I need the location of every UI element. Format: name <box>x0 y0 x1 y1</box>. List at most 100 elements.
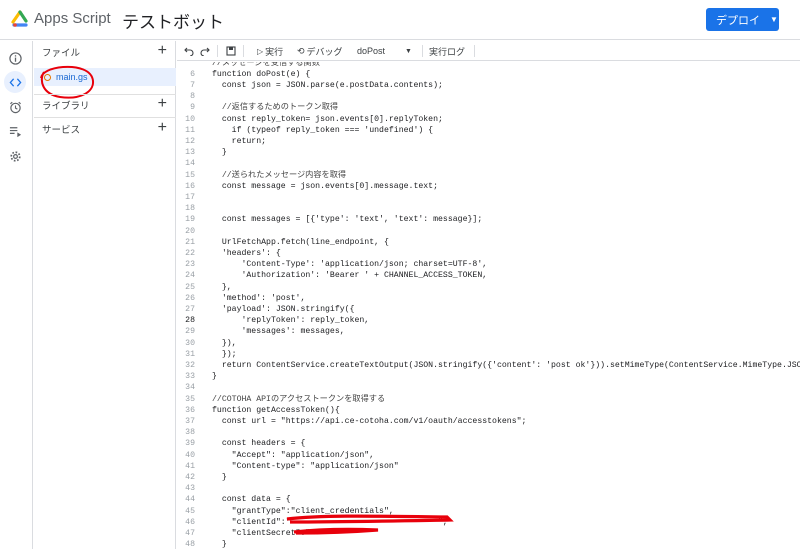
code-line[interactable]: 12 return; <box>177 136 800 147</box>
code-text: 'Content-Type': 'application/json; chars… <box>212 260 488 270</box>
code-line[interactable]: 42 } <box>177 472 800 483</box>
code-text: //送られたメッセージ内容を取得 <box>212 170 347 180</box>
code-line[interactable]: 10 const reply_token= json.events[0].rep… <box>177 114 800 125</box>
code-line[interactable]: 36 function getAccessToken(){ <box>177 405 800 416</box>
line-number: 35 <box>185 394 195 404</box>
code-line[interactable]: 20 <box>177 226 800 237</box>
info-icon <box>8 51 22 65</box>
line-number: 8 <box>190 92 195 102</box>
add-file-icon[interactable]: + <box>158 43 167 59</box>
settings-button[interactable] <box>4 145 26 167</box>
code-text: return; <box>212 136 267 146</box>
code-line[interactable]: 34 <box>177 382 800 393</box>
code-line[interactable]: 46 "clientId":" ", <box>177 517 800 528</box>
code-line[interactable]: 37 const url = "https://api.ce-cotoha.co… <box>177 416 800 427</box>
code-line[interactable]: 22 'headers': { <box>177 248 800 259</box>
code-text: UrlFetchApp.fetch(line_endpoint, { <box>212 237 389 247</box>
code-line[interactable]: 30 }), <box>177 338 800 349</box>
executions-button[interactable] <box>4 120 26 142</box>
code-line[interactable]: 48 } <box>177 539 800 549</box>
code-line[interactable]: 39 const headers = { <box>177 438 800 449</box>
code-line[interactable]: 11 if (typeof reply_token === 'undefined… <box>177 125 800 136</box>
top-bar: Apps Script テストボット デプロイ ▼ <box>0 0 800 40</box>
execution-log-label: 実行ログ <box>429 46 466 57</box>
code-line[interactable]: 24 'Authorization': 'Bearer ' + CHANNEL_… <box>177 270 800 281</box>
app-name[interactable]: Apps Script <box>34 10 111 27</box>
overview-button[interactable] <box>4 47 26 69</box>
code-line[interactable]: 40 "Accept": "application/json", <box>177 450 800 461</box>
code-line[interactable]: 16 const message = json.events[0].messag… <box>177 181 800 192</box>
line-number: 38 <box>185 428 195 438</box>
execution-log-button[interactable]: 実行ログ <box>429 44 465 58</box>
code-line[interactable]: 26 'method': 'post', <box>177 293 800 304</box>
code-line[interactable]: 15 //送られたメッセージ内容を取得 <box>177 170 800 181</box>
line-number: 10 <box>185 114 195 124</box>
chevron-down-icon: ▼ <box>405 47 412 55</box>
code-line[interactable]: 17 <box>177 192 800 203</box>
code-text: 'payload': JSON.stringify({ <box>212 304 355 314</box>
line-number: 32 <box>185 360 195 370</box>
code-line[interactable]: 9 //返信するためのトークン取得 <box>177 102 800 113</box>
line-number: 18 <box>185 204 195 214</box>
triggers-button[interactable] <box>4 96 26 118</box>
line-number: 47 <box>185 528 195 538</box>
save-icon[interactable] <box>226 44 236 58</box>
code-text: }, <box>212 282 232 292</box>
project-title[interactable]: テストボット <box>122 8 224 33</box>
code-line[interactable]: 33} <box>177 371 800 382</box>
code-line[interactable]: 29 'messages': messages, <box>177 326 800 337</box>
code-line[interactable]: 25 }, <box>177 282 800 293</box>
deploy-button[interactable]: デプロイ ▼ <box>706 8 779 31</box>
code-line[interactable]: 28 'replyToken': reply_token, <box>177 315 800 326</box>
code-line[interactable]: 21 UrlFetchApp.fetch(line_endpoint, { <box>177 237 800 248</box>
file-item-main[interactable]: main.gs <box>34 68 176 86</box>
code-line[interactable]: 43 <box>177 483 800 494</box>
code-line[interactable]: 7 const json = JSON.parse(e.postData.con… <box>177 80 800 91</box>
code-line[interactable]: 27 'payload': JSON.stringify({ <box>177 304 800 315</box>
code-line[interactable]: 38 <box>177 427 800 438</box>
line-number: 12 <box>185 136 195 146</box>
run-button[interactable]: ▷ 実行 <box>257 44 283 58</box>
code-line[interactable]: 47 "clientSecret":" " <box>177 528 800 539</box>
line-number: 48 <box>185 540 195 549</box>
code-line[interactable]: 8 <box>177 91 800 102</box>
code-line[interactable]: 13 } <box>177 147 800 158</box>
left-rail <box>0 41 33 549</box>
line-number: 31 <box>185 349 195 359</box>
redo-icon[interactable] <box>200 44 210 58</box>
line-number: 33 <box>185 372 195 382</box>
editor-button[interactable] <box>4 71 26 93</box>
function-select[interactable]: doPost ▼ <box>357 44 412 58</box>
code-line[interactable]: 31 }); <box>177 349 800 360</box>
code-text: if (typeof reply_token === 'undefined') … <box>212 125 434 135</box>
add-library-icon[interactable]: + <box>158 96 167 112</box>
code-line[interactable]: 23 'Content-Type': 'application/json; ch… <box>177 259 800 270</box>
add-service-icon[interactable]: + <box>158 120 167 136</box>
code-line[interactable]: 45 "grantType":"client_credentials", <box>177 506 800 517</box>
undo-icon[interactable] <box>184 44 194 58</box>
line-number: 21 <box>185 237 195 247</box>
debug-button[interactable]: ⟲ デバッグ <box>297 44 343 58</box>
line-number: 36 <box>185 405 195 415</box>
code-text: 'headers': { <box>212 248 281 258</box>
code-line[interactable]: 14 <box>177 158 800 169</box>
code-text: const data = { <box>212 495 291 505</box>
services-header: サービス + <box>34 119 176 139</box>
code-text: const messages = [{'type': 'text', 'text… <box>212 215 483 225</box>
code-line[interactable]: //メッセージを受信する関数 <box>177 62 800 69</box>
code-line[interactable]: 32 return ContentService.createTextOutpu… <box>177 360 800 371</box>
code-line[interactable]: 18 <box>177 203 800 214</box>
line-number: 17 <box>185 192 195 202</box>
apps-script-logo[interactable] <box>10 9 30 29</box>
line-number: 37 <box>185 416 195 426</box>
clock-icon <box>9 101 21 113</box>
code-line[interactable]: 41 "Content-type": "application/json" <box>177 461 800 472</box>
code-line[interactable]: 6 function doPost(e) { <box>177 69 800 80</box>
code-line[interactable]: 35 //COTOHA APIのアクセストークンを取得する <box>177 394 800 405</box>
line-number: 6 <box>190 69 195 79</box>
code-line[interactable]: 19 const messages = [{'type': 'text', 't… <box>177 214 800 225</box>
code-editor[interactable]: //メッセージを受信する関数 6 function doPost(e) {7 con… <box>177 62 800 549</box>
deploy-button-label: デプロイ <box>716 14 760 27</box>
code-line[interactable]: 44 const data = { <box>177 494 800 505</box>
unsaved-dot-icon <box>44 73 51 81</box>
